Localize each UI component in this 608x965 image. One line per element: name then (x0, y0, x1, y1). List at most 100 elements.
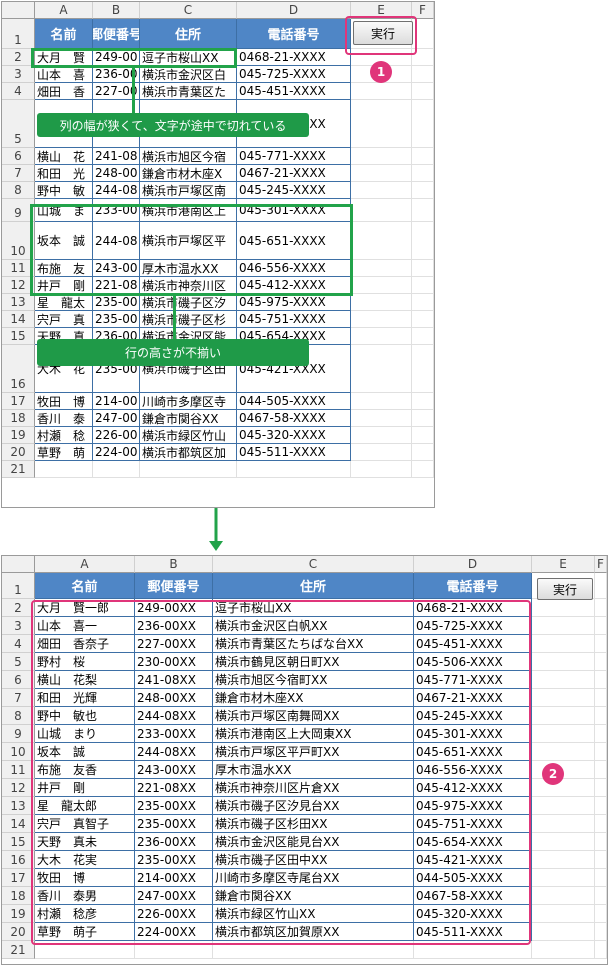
cell[interactable] (351, 199, 412, 222)
cell[interactable] (532, 743, 595, 761)
table-header-cell[interactable]: 電話番号 (414, 573, 532, 599)
row-header[interactable]: 15 (2, 328, 35, 345)
cell[interactable] (412, 222, 434, 260)
table-cell[interactable]: 横山 花 (35, 148, 93, 165)
cell[interactable] (532, 671, 595, 689)
table-cell[interactable]: 045-451-XXXX (237, 83, 351, 100)
table-cell[interactable]: 横浜市緑区竹山 (140, 427, 237, 444)
table-cell[interactable]: 横浜市金沢区白 (140, 66, 237, 83)
cell[interactable] (595, 905, 607, 923)
cell[interactable] (351, 444, 412, 461)
table-cell[interactable]: 045-511-XXXX (237, 444, 351, 461)
cell[interactable] (595, 941, 607, 959)
cell[interactable] (595, 599, 607, 617)
cell[interactable] (351, 328, 412, 345)
cell[interactable] (412, 277, 434, 294)
cell[interactable] (412, 83, 434, 100)
cell[interactable] (595, 671, 607, 689)
cell[interactable] (412, 427, 434, 444)
cell[interactable] (351, 410, 412, 427)
cell[interactable] (351, 182, 412, 199)
cell[interactable] (412, 461, 434, 478)
row-header[interactable]: 8 (2, 182, 35, 199)
table-header-cell[interactable]: 電話番号 (237, 19, 351, 49)
table-cell[interactable]: 草野 萌 (35, 444, 93, 461)
cell[interactable] (532, 707, 595, 725)
cell[interactable] (412, 410, 434, 427)
table-header-cell[interactable]: 名前 (35, 19, 93, 49)
table-cell[interactable]: 0467-21-XXXX (237, 165, 351, 182)
table-cell[interactable]: 241-08 (93, 148, 140, 165)
row-header[interactable]: 3 (2, 66, 35, 83)
column-header-b[interactable]: B (135, 556, 213, 573)
cell[interactable] (595, 887, 607, 905)
table-cell[interactable]: 野中 敏 (35, 182, 93, 199)
table-header-cell[interactable]: 郵便番号 (135, 573, 213, 599)
cell[interactable] (532, 887, 595, 905)
cell[interactable] (532, 833, 595, 851)
table-cell[interactable]: 鎌倉市関谷XX (140, 410, 237, 427)
table-cell[interactable]: 畑田 香 (35, 83, 93, 100)
cell[interactable] (351, 222, 412, 260)
row-header[interactable]: 4 (2, 83, 35, 100)
cell[interactable] (412, 260, 434, 277)
table-cell[interactable]: 牧田 博 (35, 393, 93, 410)
table-cell[interactable]: 244-08 (93, 182, 140, 199)
table-cell[interactable]: 045-245-XXXX (237, 182, 351, 199)
cell[interactable] (412, 182, 434, 199)
cell[interactable] (595, 923, 607, 941)
cell[interactable] (532, 905, 595, 923)
table-cell[interactable]: 香川 泰 (35, 410, 93, 427)
column-header-e[interactable]: E (532, 556, 595, 573)
cell[interactable] (93, 461, 140, 478)
cell[interactable] (351, 100, 412, 148)
cell[interactable] (140, 461, 237, 478)
cell[interactable] (532, 815, 595, 833)
cell[interactable] (595, 779, 607, 797)
table-cell[interactable]: 235-00 (93, 311, 140, 328)
cell[interactable] (595, 707, 607, 725)
cell[interactable] (35, 461, 93, 478)
cell[interactable] (412, 345, 434, 393)
row-header[interactable]: 1 (2, 573, 35, 599)
cell[interactable] (532, 797, 595, 815)
cell[interactable] (412, 444, 434, 461)
cell[interactable] (412, 66, 434, 83)
sheet-corner[interactable] (2, 2, 35, 19)
table-cell[interactable]: 0467-58-XXXX (237, 410, 351, 427)
cell[interactable] (595, 725, 607, 743)
table-cell[interactable]: 横浜市磯子区杉 (140, 311, 237, 328)
cell[interactable] (532, 689, 595, 707)
row-header[interactable]: 6 (2, 148, 35, 165)
cell[interactable] (351, 311, 412, 328)
column-header-d[interactable]: D (237, 2, 351, 19)
table-header-cell[interactable]: 住所 (213, 573, 414, 599)
cell[interactable] (532, 599, 595, 617)
cell[interactable] (532, 923, 595, 941)
table-cell[interactable]: 横浜市青葉区た (140, 83, 237, 100)
table-cell[interactable]: 0468-21-XXXX (237, 49, 351, 66)
column-header-c[interactable]: C (140, 2, 237, 19)
table-cell[interactable]: 247-00 (93, 410, 140, 427)
column-header-b[interactable]: B (93, 2, 140, 19)
exec-button[interactable]: 実行 (537, 578, 593, 600)
cell[interactable] (595, 797, 607, 815)
cell[interactable] (532, 779, 595, 797)
table-cell[interactable]: 235-00 (93, 294, 140, 311)
cell[interactable] (595, 635, 607, 653)
cell[interactable] (412, 393, 434, 410)
column-header-c[interactable]: C (213, 556, 414, 573)
cell[interactable] (532, 653, 595, 671)
column-header-a[interactable]: A (35, 2, 93, 19)
table-cell[interactable]: 山本 喜 (35, 66, 93, 83)
column-header-f[interactable]: F (595, 556, 607, 573)
cell[interactable] (532, 635, 595, 653)
cell[interactable] (412, 311, 434, 328)
cell[interactable] (412, 100, 434, 148)
cell[interactable] (595, 833, 607, 851)
table-cell[interactable]: 045-975-XXXX (237, 294, 351, 311)
cell[interactable] (595, 653, 607, 671)
row-header[interactable]: 17 (2, 393, 35, 410)
table-cell[interactable]: 鎌倉市材木座X (140, 165, 237, 182)
row-header[interactable]: 19 (2, 427, 35, 444)
